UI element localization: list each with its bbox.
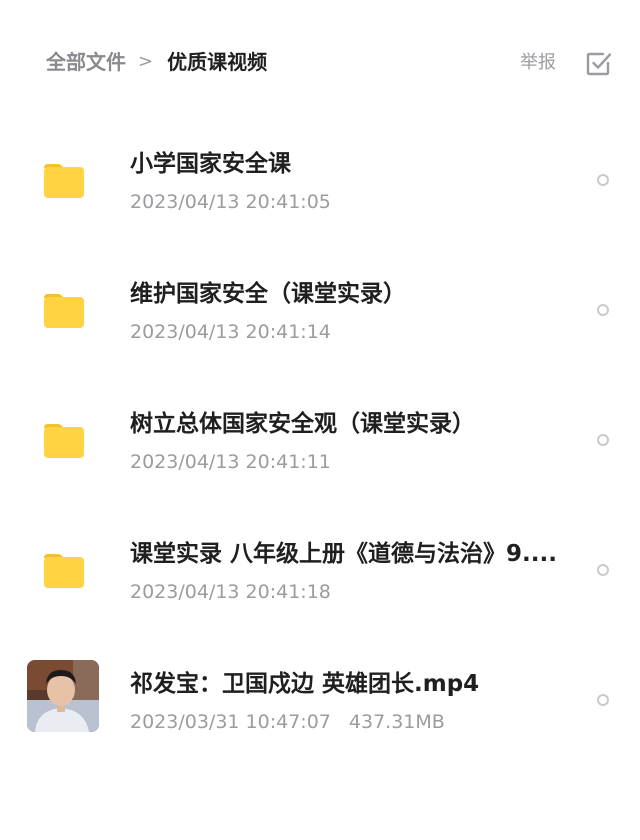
list-item[interactable]: 树立总体国家安全观（课堂实录） 2023/04/13 20:41:11	[0, 375, 640, 505]
file-name: 树立总体国家安全观（课堂实录）	[130, 411, 475, 437]
file-date: 2023/04/13 20:41:18	[130, 581, 331, 603]
video-thumbnail	[27, 660, 99, 732]
file-meta: 2023/04/13 20:41:14	[130, 319, 331, 345]
file-size: 437.31MB	[348, 711, 445, 733]
file-meta: 2023/04/13 20:41:05	[130, 189, 331, 215]
file-meta: 2023/04/13 20:41:18	[130, 579, 331, 605]
folder-icon	[44, 294, 84, 328]
file-date: 2023/04/13 20:41:05	[130, 191, 331, 213]
file-date: 2023/03/31 10:47:07	[130, 711, 331, 733]
top-bar: 全部文件 > 优质课视频 举报	[0, 0, 640, 125]
file-name: 祁发宝：卫国戍边 英雄团长.mp4	[130, 671, 480, 697]
radio-unselected-icon[interactable]	[597, 564, 609, 576]
file-meta: 2023/04/13 20:41:11	[130, 449, 331, 475]
radio-unselected-icon[interactable]	[597, 694, 609, 706]
folder-icon	[44, 554, 84, 588]
folder-icon	[44, 424, 84, 458]
breadcrumb-separator: >	[138, 51, 154, 72]
breadcrumb-current: 优质课视频	[167, 50, 268, 74]
file-name: 维护国家安全（课堂实录）	[130, 281, 406, 307]
file-date: 2023/04/13 20:41:11	[130, 451, 331, 473]
folder-icon	[44, 164, 84, 198]
file-date: 2023/04/13 20:41:14	[130, 321, 331, 343]
file-meta: 2023/03/31 10:47:07 437.31MB	[130, 709, 445, 735]
file-name: 小学国家安全课	[130, 151, 291, 177]
file-name: 课堂实录 八年级上册《道德与法治》9....	[130, 541, 557, 567]
report-button[interactable]: 举报	[520, 50, 556, 76]
checkbox-select-icon[interactable]	[584, 48, 614, 78]
file-list: 小学国家安全课 2023/04/13 20:41:05 维护国家安全（课堂实录）…	[0, 115, 640, 765]
list-item[interactable]: 维护国家安全（课堂实录） 2023/04/13 20:41:14	[0, 245, 640, 375]
radio-unselected-icon[interactable]	[597, 304, 609, 316]
list-item[interactable]: 课堂实录 八年级上册《道德与法治》9.... 2023/04/13 20:41:…	[0, 505, 640, 635]
list-item[interactable]: 小学国家安全课 2023/04/13 20:41:05	[0, 115, 640, 245]
list-item[interactable]: 祁发宝：卫国戍边 英雄团长.mp4 2023/03/31 10:47:07 437…	[0, 635, 640, 765]
radio-unselected-icon[interactable]	[597, 434, 609, 446]
breadcrumb-root-link[interactable]: 全部文件	[46, 48, 126, 76]
breadcrumb: 全部文件 > 优质课视频	[46, 48, 267, 76]
radio-unselected-icon[interactable]	[597, 174, 609, 186]
